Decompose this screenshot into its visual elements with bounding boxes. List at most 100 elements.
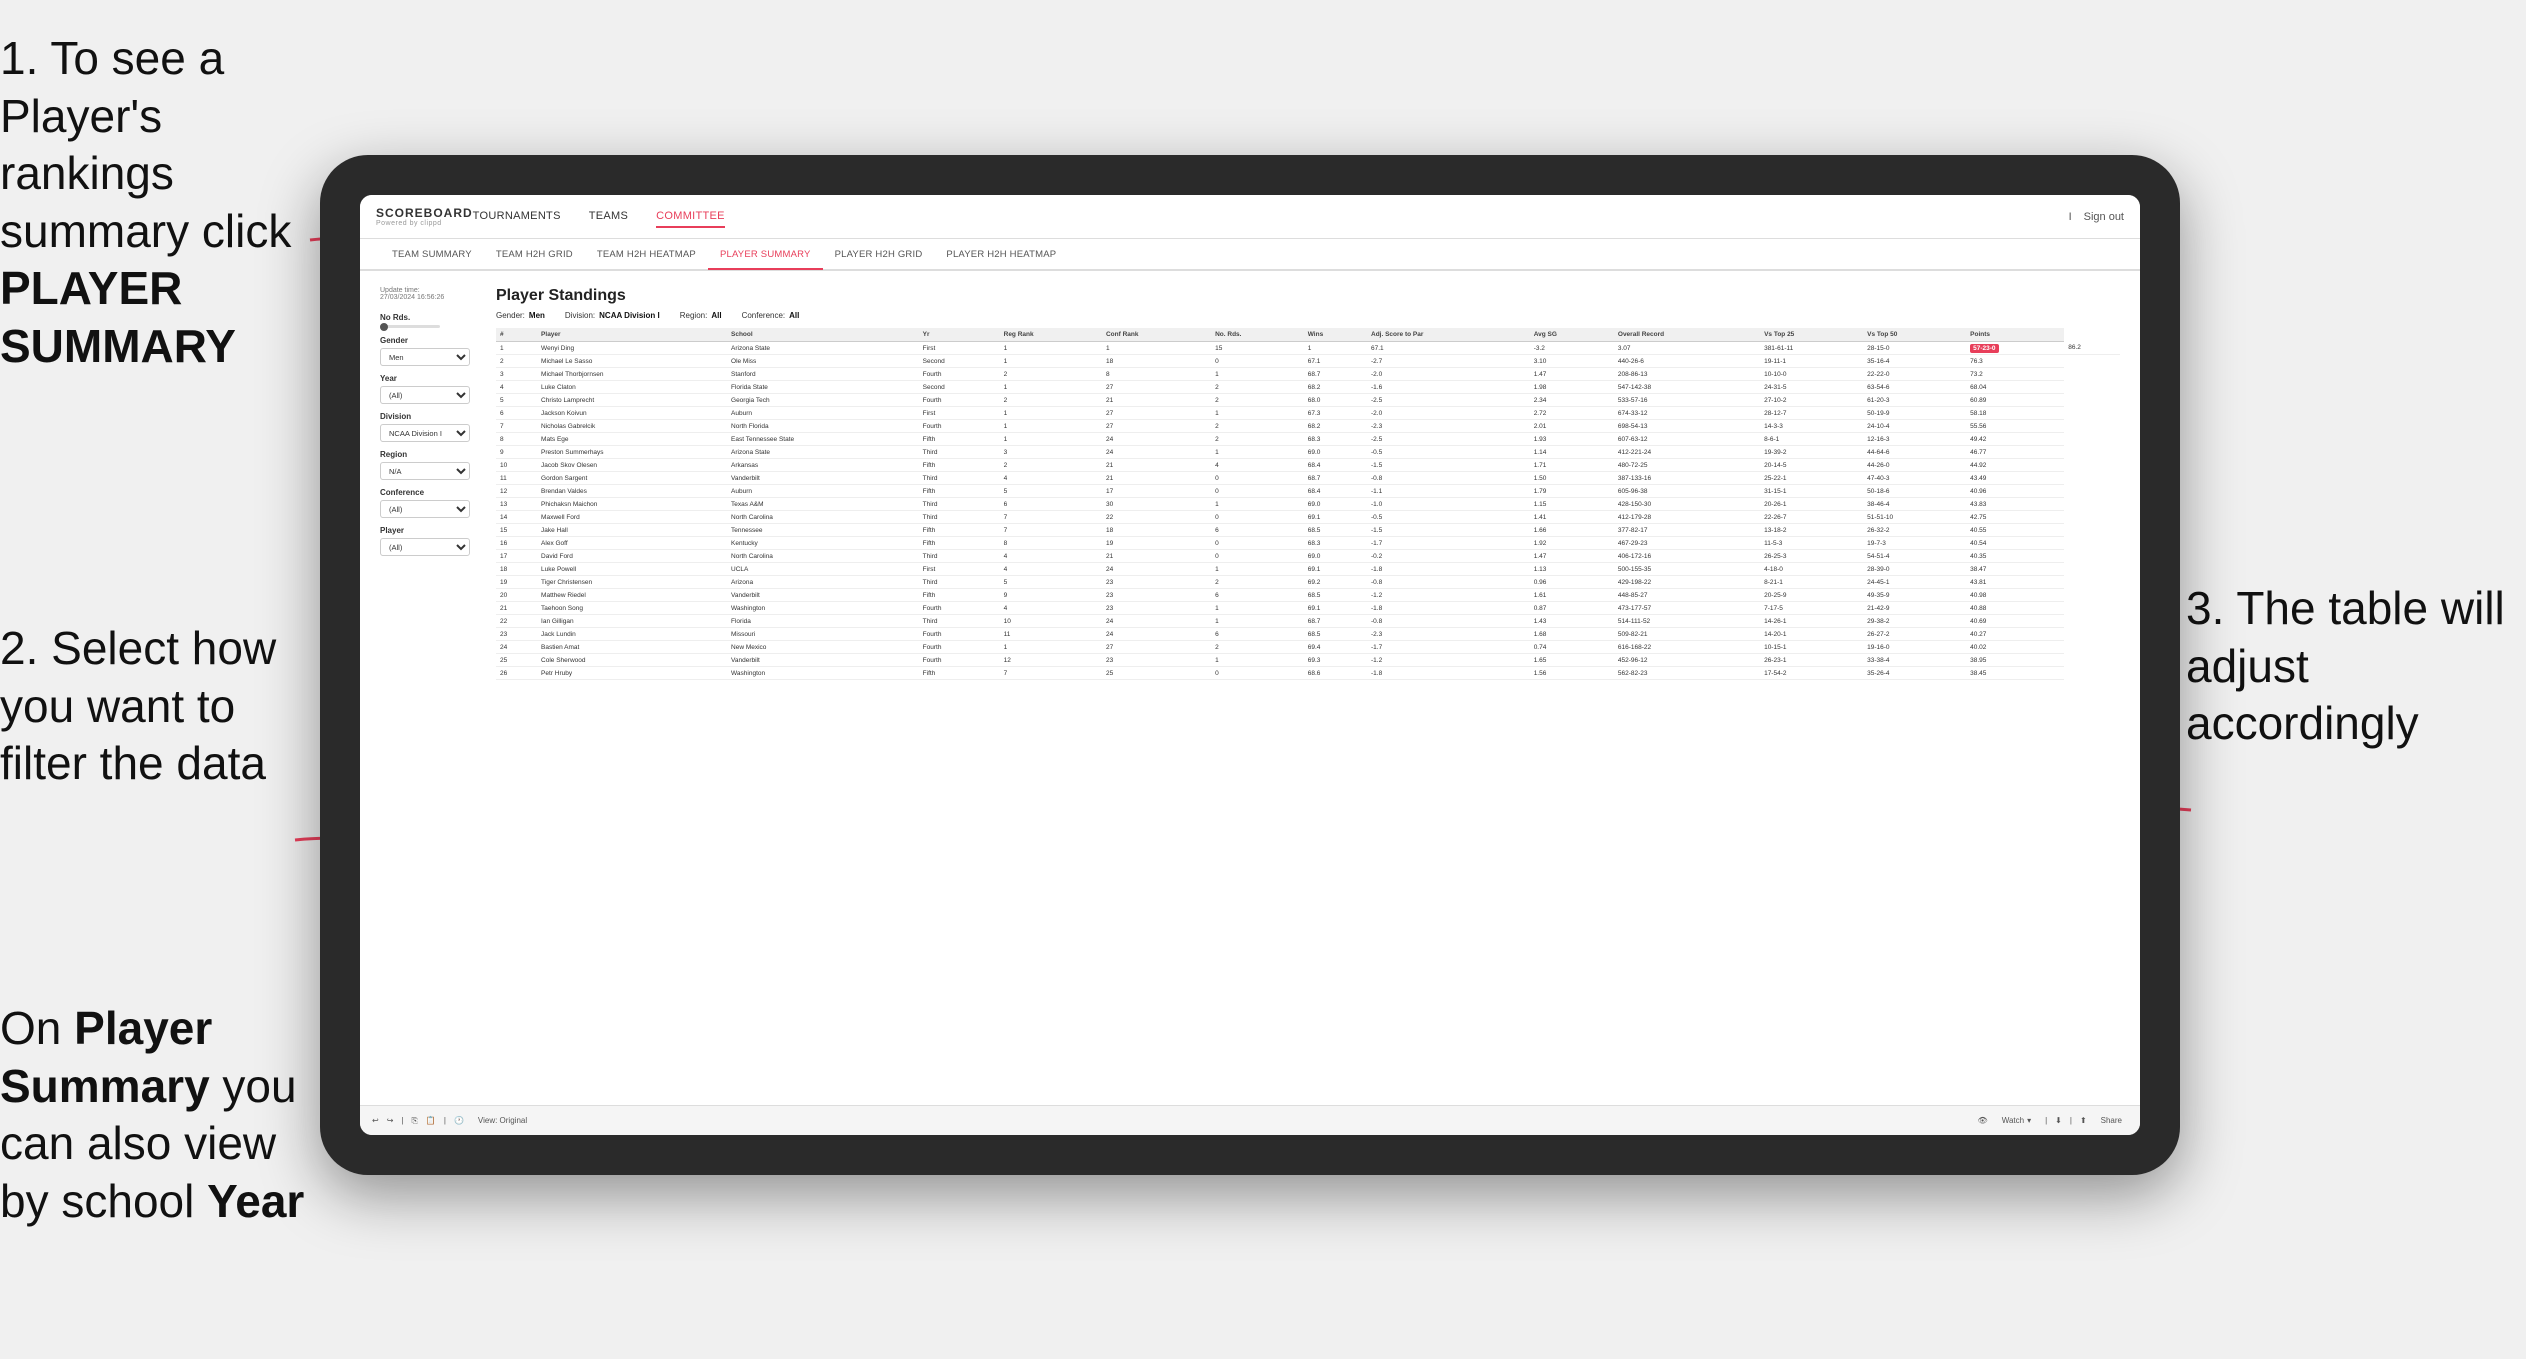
cell-0-0: 1 <box>496 342 537 355</box>
download-icon[interactable]: ⬇ <box>2055 1116 2062 1125</box>
cell-10-4: 4 <box>1000 472 1102 485</box>
subnav-team-summary[interactable]: TEAM SUMMARY <box>380 240 484 270</box>
view-original-label: View: Original <box>478 1116 527 1125</box>
cell-24-13: 38.95 <box>1966 654 2064 667</box>
cell-6-5: 27 <box>1102 420 1211 433</box>
cell-1-10: 440-26-6 <box>1614 355 1760 368</box>
cell-25-9: 1.56 <box>1530 667 1614 680</box>
table-body: 1Wenyi DingArizona StateFirst1115167.1-3… <box>496 342 2120 680</box>
cell-13-6: 0 <box>1211 511 1304 524</box>
cell-10-6: 0 <box>1211 472 1304 485</box>
share-icon: ⬆ <box>2080 1116 2087 1125</box>
view-original-btn[interactable]: View: Original <box>472 1114 533 1127</box>
table-row: 26Petr HrubyWashingtonFifth725068.6-1.81… <box>496 667 2120 680</box>
cell-6-13: 55.56 <box>1966 420 2064 433</box>
cell-0-13: 57-23-0 <box>1966 342 2064 355</box>
cell-17-11: 4-18-0 <box>1760 563 1863 576</box>
cell-0-10: 3.07 <box>1614 342 1760 355</box>
cell-0-5: 1 <box>1102 342 1211 355</box>
cell-18-6: 2 <box>1211 576 1304 589</box>
year-select[interactable]: (All) First Second Third Fourth Fifth <box>380 386 470 404</box>
cell-24-11: 26-23-1 <box>1760 654 1863 667</box>
cell-1-7: 67.1 <box>1304 355 1367 368</box>
cell-15-11: 11-5-3 <box>1760 537 1863 550</box>
cell-6-3: Fourth <box>919 420 1000 433</box>
no-rds-slider[interactable] <box>380 325 440 328</box>
cell-23-9: 0.74 <box>1530 641 1614 654</box>
cell-17-8: -1.8 <box>1367 563 1530 576</box>
division-label: Division <box>380 412 480 421</box>
cell-12-10: 428-150-30 <box>1614 498 1760 511</box>
cell-7-4: 1 <box>1000 433 1102 446</box>
share-btn[interactable]: Share <box>2095 1114 2128 1127</box>
cell-19-7: 68.5 <box>1304 589 1367 602</box>
table-row: 6Jackson KoivunAuburnFirst127167.3-2.02.… <box>496 407 2120 420</box>
subnav-team-h2h-heatmap[interactable]: TEAM H2H HEATMAP <box>585 240 708 270</box>
toolbar-undo[interactable]: ↩ <box>372 1116 379 1125</box>
cell-22-6: 6 <box>1211 628 1304 641</box>
cell-10-3: Third <box>919 472 1000 485</box>
cell-8-9: 1.14 <box>1530 446 1614 459</box>
cell-5-13: 58.18 <box>1966 407 2064 420</box>
table-scroll-container[interactable]: # Player School Yr Reg Rank Conf Rank No… <box>496 328 2120 1089</box>
cell-8-2: Arizona State <box>727 446 919 459</box>
cell-8-10: 412-221-24 <box>1614 446 1760 459</box>
gender-select[interactable]: Men Women <box>380 348 470 366</box>
cell-9-3: Fifth <box>919 459 1000 472</box>
watch-btn[interactable]: Watch ▾ <box>1996 1114 2037 1127</box>
nav-tournaments[interactable]: TOURNAMENTS <box>473 206 561 228</box>
cell-7-8: -2.5 <box>1367 433 1530 446</box>
slider-thumb <box>380 323 388 331</box>
cell-12-4: 6 <box>1000 498 1102 511</box>
cell-16-11: 26-25-3 <box>1760 550 1863 563</box>
cell-15-8: -1.7 <box>1367 537 1530 550</box>
cell-18-4: 5 <box>1000 576 1102 589</box>
cell-5-8: -2.0 <box>1367 407 1530 420</box>
division-select[interactable]: NCAA Division I NCAA Division II NCAA Di… <box>380 424 470 442</box>
sign-out-link[interactable]: Sign out <box>2084 211 2124 223</box>
table-row: 20Matthew RiedelVanderbiltFifth923668.5-… <box>496 589 2120 602</box>
cell-13-12: 51-51-10 <box>1863 511 1966 524</box>
toolbar-sep4: | <box>2070 1116 2072 1125</box>
region-select[interactable]: N/A All <box>380 462 470 480</box>
cell-19-13: 40.98 <box>1966 589 2064 602</box>
nav-teams[interactable]: TEAMS <box>589 206 628 228</box>
cell-3-0: 4 <box>496 381 537 394</box>
table-row: 5Christo LamprechtGeorgia TechFourth2212… <box>496 394 2120 407</box>
cell-24-0: 25 <box>496 654 537 667</box>
cell-14-5: 18 <box>1102 524 1211 537</box>
nav-committee[interactable]: COMMITTEE <box>656 206 725 228</box>
filter-division-group: Division NCAA Division I NCAA Division I… <box>380 412 480 442</box>
cell-1-0: 2 <box>496 355 537 368</box>
subnav-team-h2h-grid[interactable]: TEAM H2H GRID <box>484 240 585 270</box>
player-select[interactable]: (All) <box>380 538 470 556</box>
tablet-screen: SCOREBOARD Powered by clippd TOURNAMENTS… <box>360 195 2140 1135</box>
nav-bar: SCOREBOARD Powered by clippd TOURNAMENTS… <box>360 195 2140 239</box>
subnav-player-summary[interactable]: PLAYER SUMMARY <box>708 240 823 270</box>
cell-21-8: -0.8 <box>1367 615 1530 628</box>
sidebar-filters: Update time: 27/03/2024 16:56:26 No Rds.… <box>380 287 480 1089</box>
conference-select[interactable]: (All) <box>380 500 470 518</box>
cell-20-6: 1 <box>1211 602 1304 615</box>
cell-17-3: First <box>919 563 1000 576</box>
cell-7-5: 24 <box>1102 433 1211 446</box>
table-row: 12Brendan ValdesAuburnFifth517068.4-1.11… <box>496 485 2120 498</box>
no-rds-slider-row <box>380 325 480 328</box>
subnav-player-h2h-grid[interactable]: PLAYER H2H GRID <box>823 240 935 270</box>
cell-12-0: 13 <box>496 498 537 511</box>
region-filter-display: Region: All <box>680 311 722 320</box>
cell-17-1: Luke Powell <box>537 563 727 576</box>
cell-8-1: Preston Summerhays <box>537 446 727 459</box>
cell-23-2: New Mexico <box>727 641 919 654</box>
cell-10-8: -0.8 <box>1367 472 1530 485</box>
toolbar-redo[interactable]: ↪ <box>387 1116 394 1125</box>
cell-2-1: Michael Thorbjornsen <box>537 368 727 381</box>
filter-year-group: Year (All) First Second Third Fourth Fif… <box>380 374 480 404</box>
toolbar-copy[interactable]: ⎘ <box>411 1116 417 1126</box>
player-standings-table: # Player School Yr Reg Rank Conf Rank No… <box>496 328 2120 680</box>
cell-4-7: 68.0 <box>1304 394 1367 407</box>
cell-10-12: 47-40-3 <box>1863 472 1966 485</box>
subnav-player-h2h-heatmap[interactable]: PLAYER H2H HEATMAP <box>934 240 1068 270</box>
col-points: Points <box>1966 328 2064 342</box>
toolbar-paste[interactable]: 📋 <box>426 1116 436 1125</box>
